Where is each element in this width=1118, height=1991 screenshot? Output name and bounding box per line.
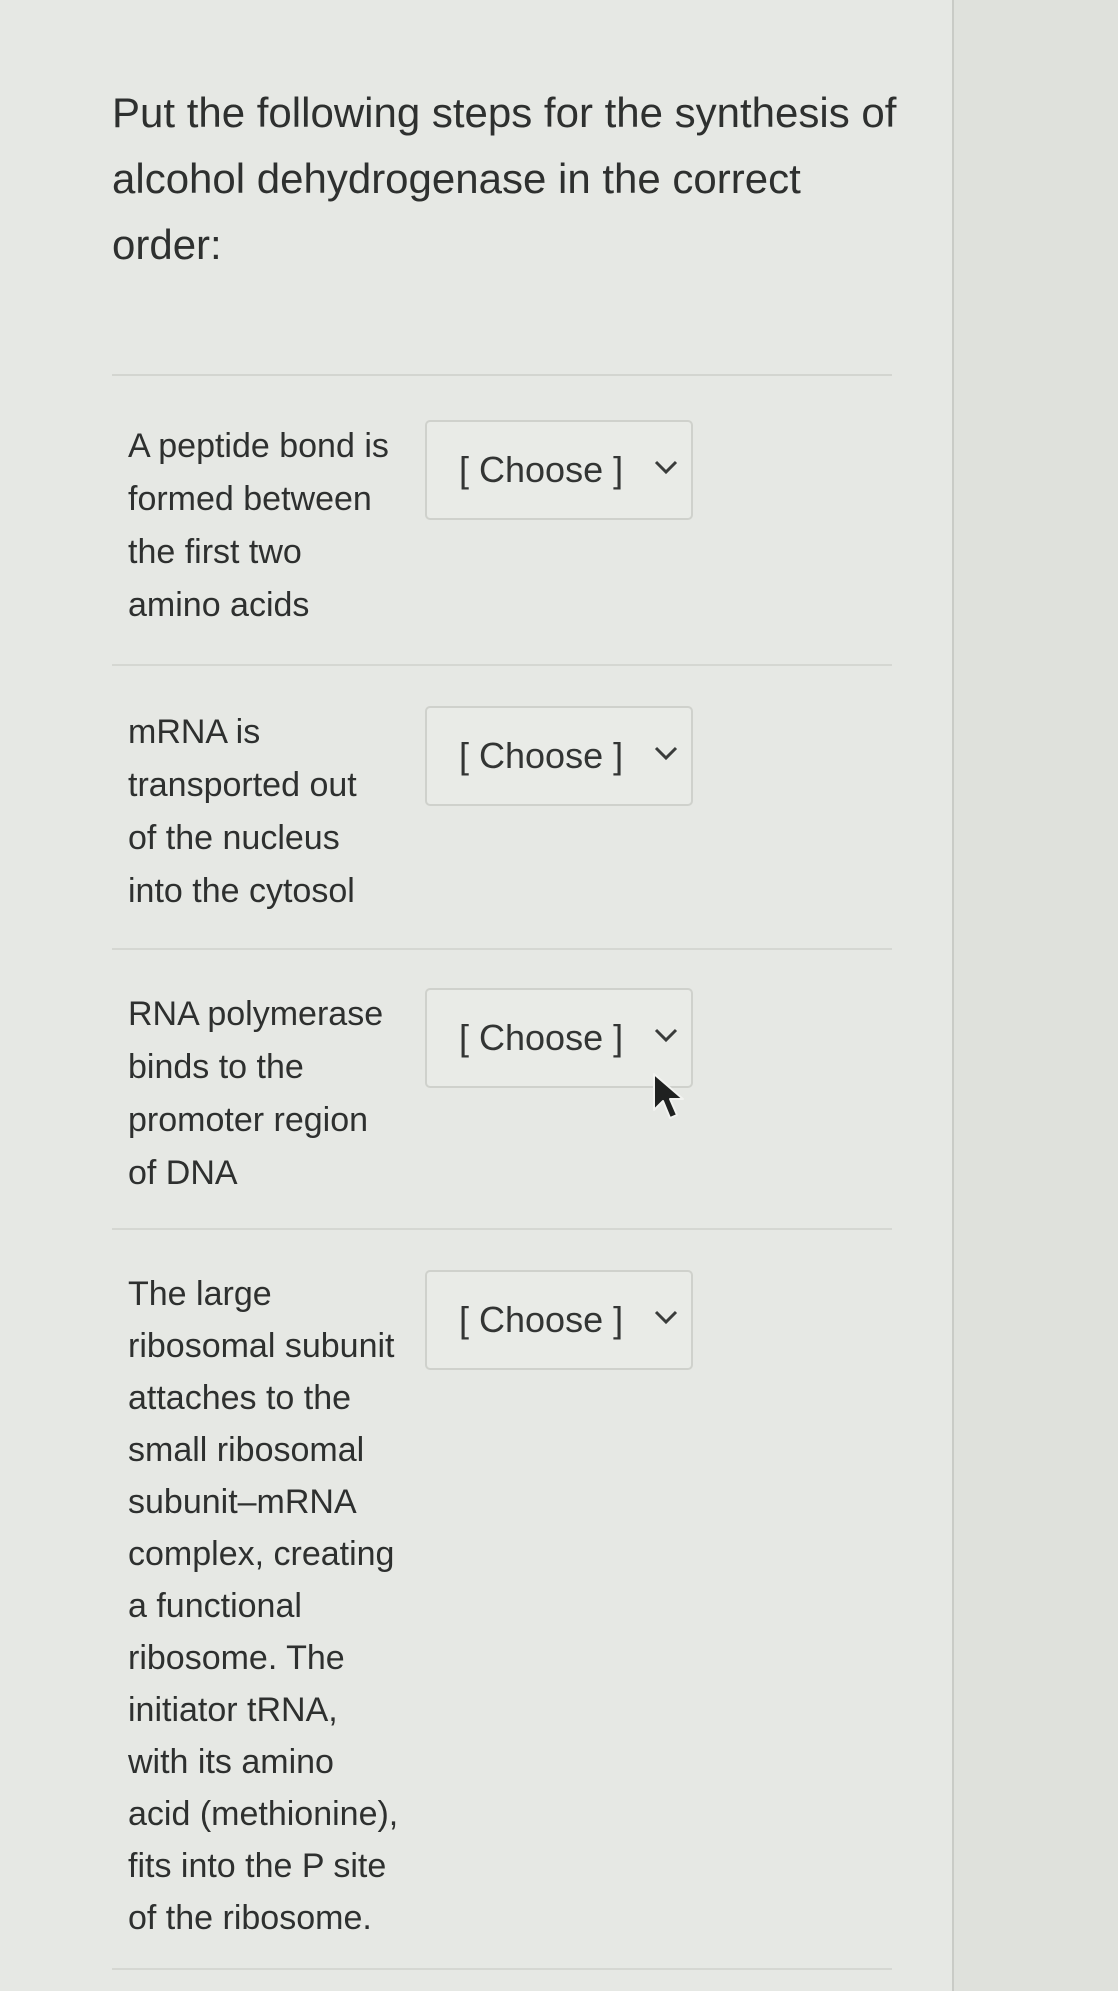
question-prompt: Put the following steps for the synthesi… <box>112 89 897 268</box>
step-label: RNA polymerase binds to the promoter reg… <box>128 995 384 1192</box>
row-divider <box>112 664 892 666</box>
chevron-down-icon <box>654 746 678 761</box>
top-divider <box>112 374 892 376</box>
chevron-down-icon <box>654 1028 678 1043</box>
answer-select-dropdown[interactable]: [ Choose ] <box>425 706 693 806</box>
select-value: [ Choose ] <box>459 1299 624 1340</box>
row-divider <box>112 1228 892 1230</box>
chevron-down-icon <box>654 460 678 475</box>
row-divider <box>112 1968 892 1970</box>
question-panel: Put the following steps for the synthesi… <box>0 0 954 1991</box>
select-value: [ Choose ] <box>459 449 624 490</box>
select-value: [ Choose ] <box>459 735 624 776</box>
select-value: [ Choose ] <box>459 1017 624 1058</box>
answer-select-dropdown[interactable]: [ Choose ] <box>425 420 693 520</box>
answer-select-dropdown[interactable]: [ Choose ] <box>425 1270 693 1370</box>
mouse-cursor-icon <box>653 1073 684 1119</box>
step-label: The large ribosomal subunit attaches to … <box>128 1275 399 1937</box>
step-label: A peptide bond is formed between the fir… <box>128 427 389 624</box>
row-divider <box>112 948 892 950</box>
step-label: mRNA is transported out of the nucleus i… <box>128 713 357 910</box>
chevron-down-icon <box>654 1310 678 1325</box>
